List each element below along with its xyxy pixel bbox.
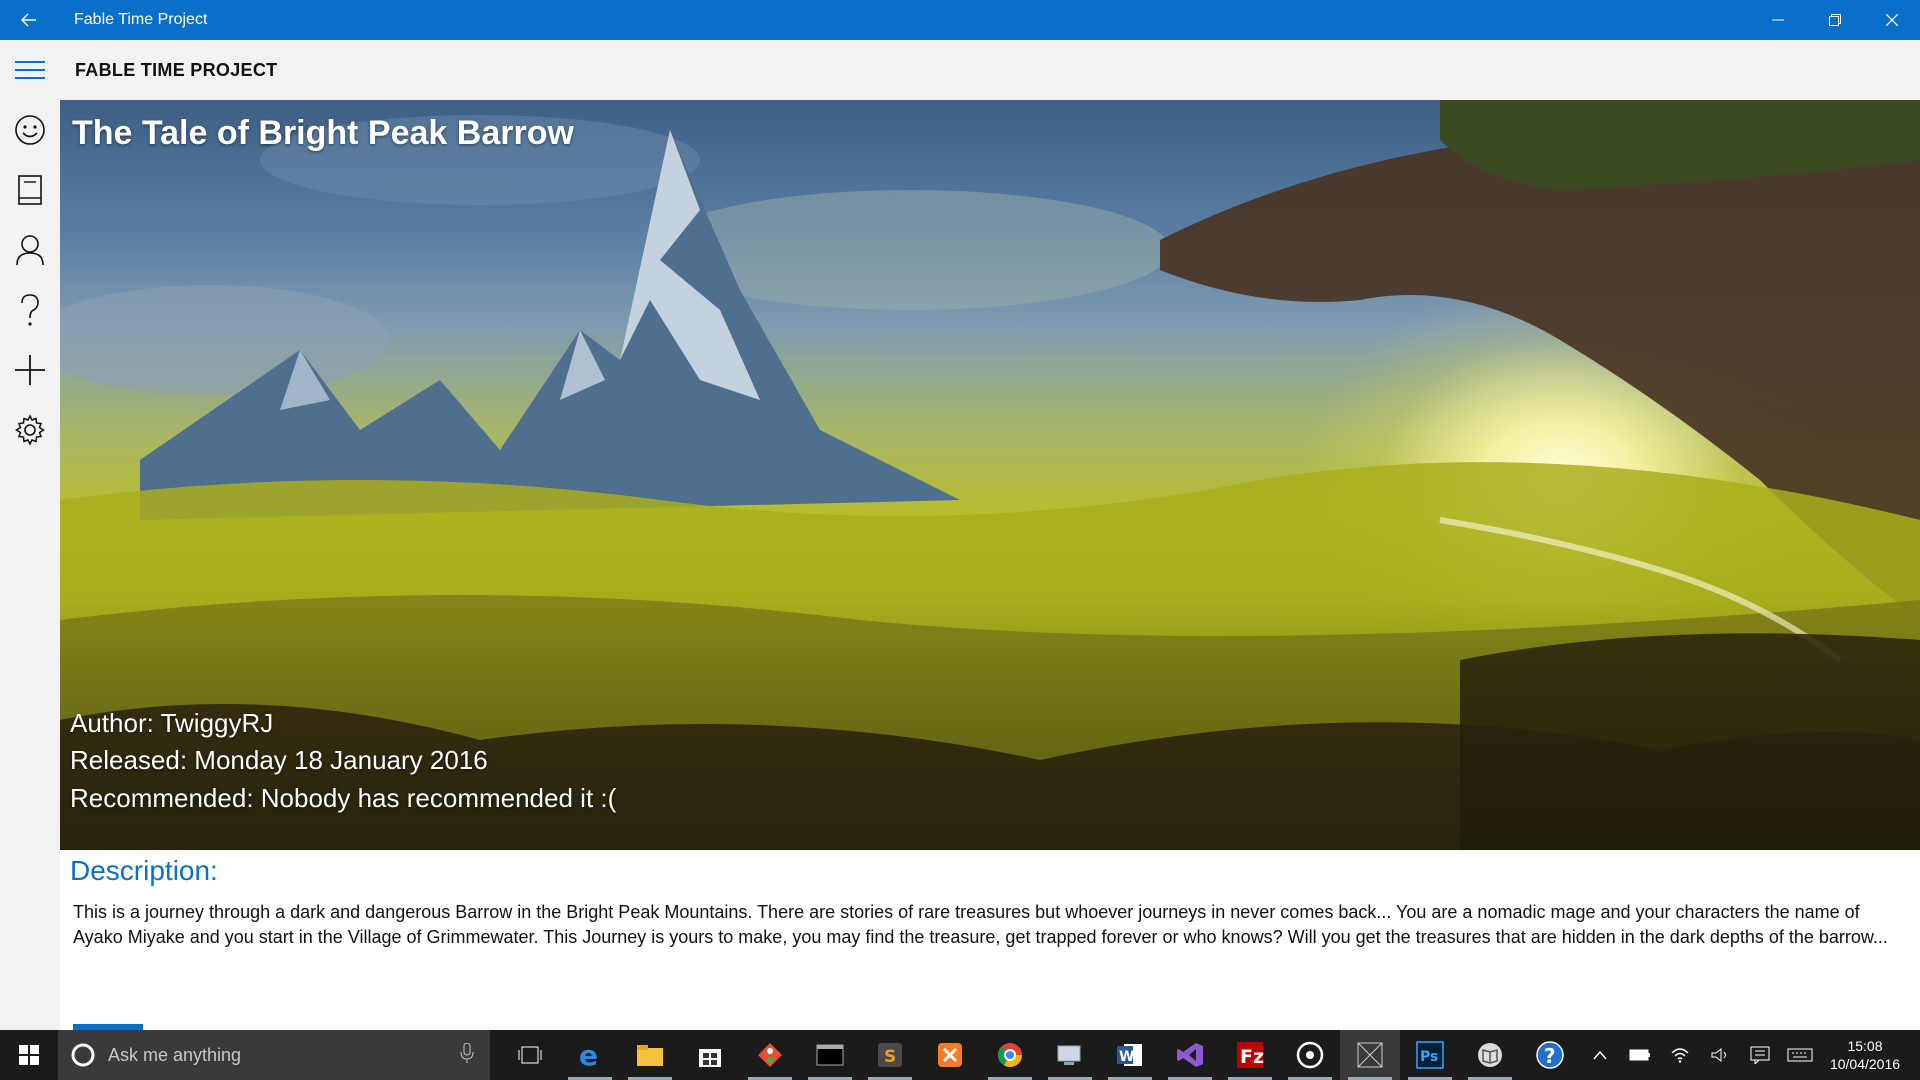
clock-time: 15:08 — [1847, 1038, 1883, 1054]
close-button[interactable] — [1863, 0, 1920, 40]
reader-icon[interactable] — [1460, 1030, 1520, 1080]
keyboard-icon[interactable] — [1780, 1030, 1820, 1080]
svg-text:S: S — [884, 1047, 896, 1067]
show-hidden-icons-chevron-icon[interactable] — [1580, 1030, 1620, 1080]
battery-icon[interactable] — [1620, 1030, 1660, 1080]
back-arrow-icon — [20, 13, 36, 27]
cortana-icon — [71, 1043, 95, 1067]
chrome-icon[interactable] — [980, 1030, 1040, 1080]
story-release-date: Released: Monday 18 January 2016 — [70, 745, 488, 775]
plus-icon — [15, 355, 45, 385]
store-icon[interactable] — [680, 1030, 740, 1080]
git-icon[interactable] — [740, 1030, 800, 1080]
xampp-icon[interactable] — [920, 1030, 980, 1080]
gear-icon — [15, 414, 45, 446]
rail-item-book[interactable] — [0, 160, 60, 220]
sublime-icon[interactable]: S — [860, 1030, 920, 1080]
rail-item-smiley[interactable] — [0, 100, 60, 160]
smiley-icon — [15, 115, 45, 145]
svg-text:W: W — [1119, 1049, 1134, 1065]
app-header: FABLE TIME PROJECT — [0, 40, 1920, 100]
remote-desktop-icon[interactable] — [1040, 1030, 1100, 1080]
system-clock[interactable]: 15:08 10/04/2016 — [1820, 1037, 1910, 1073]
wifi-icon[interactable] — [1660, 1030, 1700, 1080]
search-placeholder: Ask me anything — [108, 1044, 242, 1065]
question-icon — [21, 294, 39, 326]
clock-date: 10/04/2016 — [1829, 1056, 1901, 1072]
svg-text:Ps: Ps — [1420, 1049, 1438, 1065]
nav-rail — [0, 100, 60, 1030]
file-explorer-icon[interactable] — [620, 1030, 680, 1080]
story-author: Author: TwiggyRJ — [70, 708, 274, 738]
window-title: Fable Time Project — [74, 11, 208, 28]
word-icon[interactable]: W — [1100, 1030, 1160, 1080]
hamburger-menu-button[interactable] — [0, 40, 60, 100]
close-icon — [1885, 14, 1898, 26]
svg-text:?: ? — [1544, 1044, 1556, 1068]
person-icon — [16, 235, 44, 266]
book-icon — [18, 175, 42, 205]
description-heading: Description: — [70, 855, 218, 886]
rail-item-settings[interactable] — [0, 400, 60, 460]
app-title: FABLE TIME PROJECT — [75, 59, 278, 80]
restore-icon — [1828, 14, 1841, 26]
microphone-icon[interactable] — [460, 1042, 474, 1068]
media-icon[interactable] — [1280, 1030, 1340, 1080]
rail-item-add[interactable] — [0, 340, 60, 400]
cortana-search-box[interactable]: Ask me anything — [58, 1030, 490, 1080]
filezilla-icon[interactable]: Fz — [1220, 1030, 1280, 1080]
windows-logo-icon — [19, 1045, 39, 1065]
landscape-illustration — [60, 100, 1920, 850]
back-button[interactable] — [0, 0, 57, 40]
edge-icon[interactable]: e — [560, 1030, 620, 1080]
rail-item-help[interactable] — [0, 280, 60, 340]
rail-item-profile[interactable] — [0, 220, 60, 280]
story-recommendations: Recommended: Nobody has recommended it :… — [70, 783, 617, 813]
story-title: The Tale of Bright Peak Barrow — [72, 114, 574, 152]
minimize-button[interactable] — [1749, 0, 1806, 40]
minimize-icon — [1771, 19, 1784, 21]
visual-studio-icon[interactable] — [1160, 1030, 1220, 1080]
svg-text:e: e — [579, 1041, 598, 1069]
start-button[interactable] — [0, 1030, 58, 1080]
taskbar: Ask me anything e S W Fz Ps ? 15:08 10/0 — [0, 1030, 1920, 1080]
action-center-icon[interactable] — [1740, 1030, 1780, 1080]
restore-button[interactable] — [1806, 0, 1863, 40]
photoshop-icon[interactable]: Ps — [1400, 1030, 1460, 1080]
hamburger-icon — [15, 61, 45, 79]
svg-text:Fz: Fz — [1240, 1046, 1264, 1068]
terminal-icon[interactable] — [800, 1030, 860, 1080]
help-icon[interactable]: ? — [1520, 1030, 1580, 1080]
story-hero-image: The Tale of Bright Peak Barrow Author: T… — [60, 100, 1920, 850]
app-icon[interactable] — [1340, 1030, 1400, 1080]
volume-icon[interactable] — [1700, 1030, 1740, 1080]
task-view-icon[interactable] — [500, 1030, 560, 1080]
title-bar: Fable Time Project — [0, 0, 1920, 40]
description-text: This is a journey through a dark and dan… — [73, 902, 1888, 947]
